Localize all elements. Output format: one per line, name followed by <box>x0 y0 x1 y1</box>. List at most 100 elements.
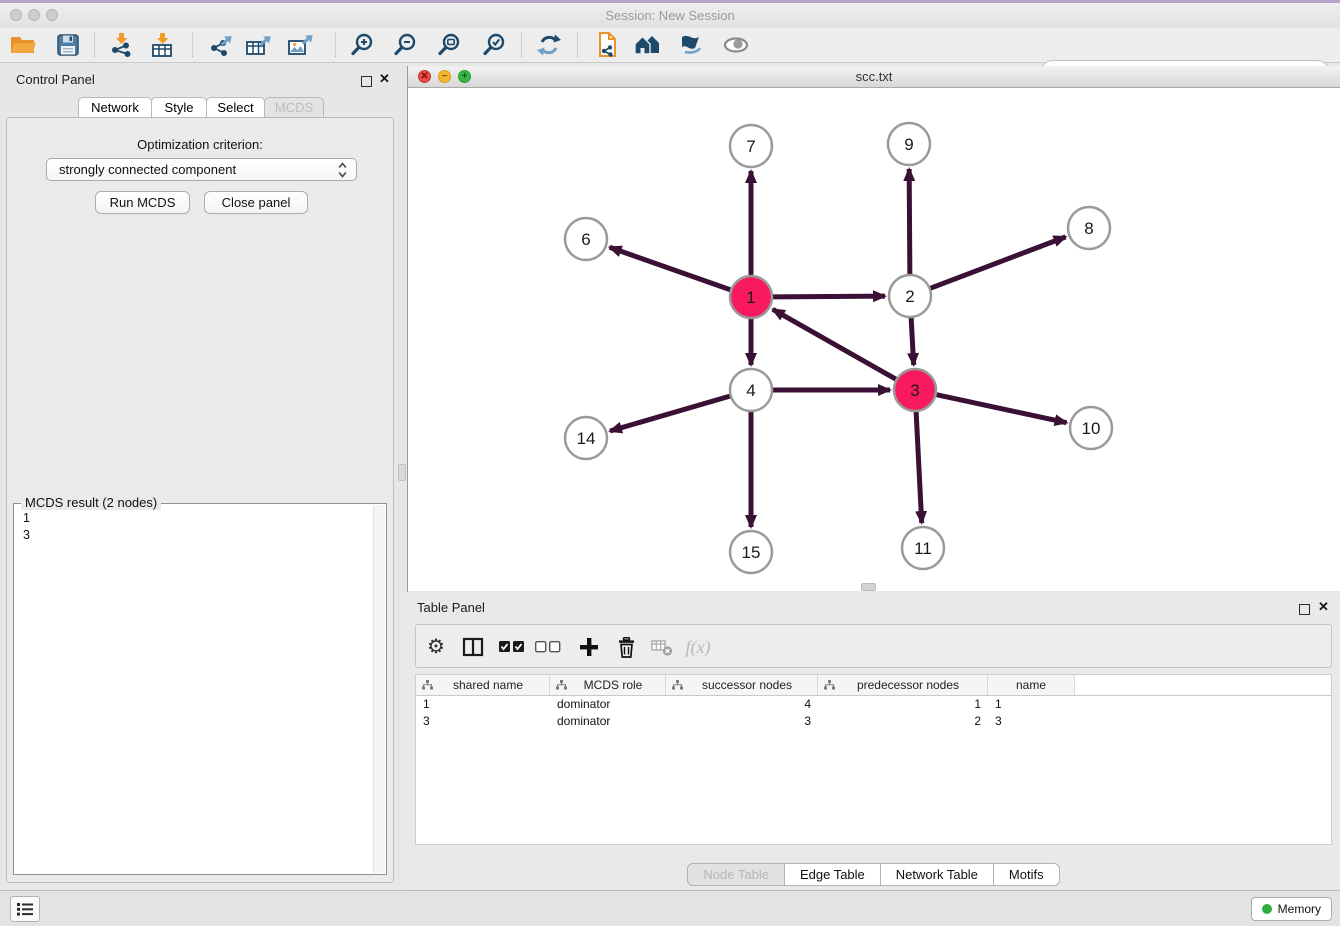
graph-edge-3-11[interactable] <box>916 412 922 523</box>
toolbar-separator <box>335 32 336 57</box>
column-header-shared-name[interactable]: shared name <box>416 675 550 695</box>
clone-network-icon[interactable] <box>590 31 622 59</box>
import-table-icon[interactable] <box>146 31 178 59</box>
tab-select[interactable]: Select <box>206 97 265 118</box>
table-row[interactable]: 3 dominator 3 2 3 <box>416 713 1331 730</box>
mcds-result-group: MCDS result (2 nodes) 1 3 <box>13 495 387 875</box>
optimization-criterion-dropdown[interactable]: strongly connected component <box>46 158 357 181</box>
network-canvas[interactable]: 7 9 6 8 1 2 4 3 14 10 15 11 <box>408 88 1340 591</box>
control-panel-float-icon[interactable] <box>361 74 372 92</box>
column-header-predecessor-nodes[interactable]: predecessor nodes <box>818 675 988 695</box>
tree-icon <box>824 680 835 690</box>
tab-network-table[interactable]: Network Table <box>880 863 994 886</box>
column-header-name[interactable]: name <box>988 675 1075 695</box>
network-browser-houses-icon[interactable] <box>632 31 664 59</box>
delete-column-trash-icon[interactable] <box>611 632 641 662</box>
memory-button[interactable]: Memory <box>1251 897 1332 921</box>
graph-node-14[interactable]: 14 <box>565 417 607 459</box>
tab-network[interactable]: Network <box>78 97 152 118</box>
toolbar-separator <box>521 32 522 57</box>
node-table[interactable]: shared name MCDS role successor nodes pr… <box>415 674 1332 845</box>
deselect-all-columns-icon[interactable] <box>533 632 563 662</box>
cell-successor-nodes: 4 <box>666 696 818 713</box>
mcds-panel-body: Optimization criterion: strongly connect… <box>6 117 394 883</box>
tree-icon <box>672 680 683 690</box>
cell-successor-nodes: 3 <box>666 713 818 730</box>
mcds-result-title: MCDS result (2 nodes) <box>21 495 161 510</box>
application-window: Session: New Session <box>0 0 1340 926</box>
graph-edge-2-9[interactable] <box>909 169 910 274</box>
toolbar-separator <box>192 32 193 57</box>
import-network-icon[interactable] <box>105 31 137 59</box>
control-panel-close-icon[interactable]: ✕ <box>379 73 390 85</box>
column-header-successor-nodes[interactable]: successor nodes <box>666 675 818 695</box>
graph-edge-3-1[interactable] <box>773 309 896 379</box>
table-panel-float-icon[interactable] <box>1299 602 1310 620</box>
graph-node-label: 9 <box>904 135 913 154</box>
graph-node-6[interactable]: 6 <box>565 218 607 260</box>
result-scrollbar[interactable] <box>373 505 385 873</box>
open-session-icon[interactable] <box>7 31 39 59</box>
cell-name: 3 <box>988 713 1075 730</box>
graph-edge-2-8[interactable] <box>931 237 1066 288</box>
table-panel-title: Table Panel <box>417 600 485 615</box>
save-session-icon[interactable] <box>52 31 84 59</box>
refresh-view-icon[interactable] <box>533 31 565 59</box>
close-panel-button[interactable]: Close panel <box>204 191 308 214</box>
graph-node-2[interactable]: 2 <box>889 275 931 317</box>
graph-node-label: 1 <box>746 288 755 307</box>
graph-node-label: 6 <box>581 230 590 249</box>
split-view-icon[interactable] <box>458 632 488 662</box>
cell-shared-name: 1 <box>416 696 550 713</box>
graph-edge-3-10[interactable] <box>937 395 1067 423</box>
tab-edge-table[interactable]: Edge Table <box>784 863 881 886</box>
graph-node-label: 2 <box>905 287 914 306</box>
graph-node-4[interactable]: 4 <box>730 369 772 411</box>
zoom-out-icon[interactable] <box>389 31 421 59</box>
tab-node-table[interactable]: Node Table <box>687 863 785 886</box>
mcds-result-line: 3 <box>23 527 30 544</box>
graph-node-3[interactable]: 3 <box>894 369 936 411</box>
graph-node-15[interactable]: 15 <box>730 531 772 573</box>
table-panel-close-icon[interactable]: ✕ <box>1318 601 1329 613</box>
horizontal-splitter-grip[interactable] <box>861 583 876 591</box>
select-all-columns-icon[interactable] <box>497 632 527 662</box>
mcds-result-box[interactable]: 1 3 <box>13 503 387 875</box>
tab-style[interactable]: Style <box>151 97 207 118</box>
show-hide-eye-icon[interactable] <box>720 31 752 59</box>
graph-node-7[interactable]: 7 <box>730 125 772 167</box>
graph-edge-4-14[interactable] <box>610 396 730 431</box>
graph-node-9[interactable]: 9 <box>888 123 930 165</box>
graph-node-label: 3 <box>910 381 919 400</box>
export-network-icon[interactable] <box>205 31 237 59</box>
graph-node-label: 10 <box>1082 419 1101 438</box>
graph-edge-1-2[interactable] <box>773 296 885 297</box>
main-toolbar <box>0 28 1340 63</box>
graph-edge-1-6[interactable] <box>610 247 731 289</box>
graph-node-11[interactable]: 11 <box>902 527 944 569</box>
graph-node-1[interactable]: 1 <box>730 276 772 318</box>
column-header-mcds-role[interactable]: MCDS role <box>550 675 666 695</box>
settings-gear-icon[interactable]: ⚙ <box>421 632 451 662</box>
tab-motifs[interactable]: Motifs <box>993 863 1060 886</box>
status-bar: Memory <box>0 890 1340 926</box>
table-row[interactable]: 1 dominator 4 1 1 <box>416 696 1331 713</box>
tree-icon <box>422 680 433 690</box>
graph-edge-2-3[interactable] <box>911 318 914 365</box>
control-panel-title: Control Panel <box>16 72 95 87</box>
graph-node-8[interactable]: 8 <box>1068 207 1110 249</box>
apply-style-icon[interactable] <box>675 31 707 59</box>
export-table-icon[interactable] <box>243 31 275 59</box>
graph-node-10[interactable]: 10 <box>1070 407 1112 449</box>
zoom-in-icon[interactable] <box>346 31 378 59</box>
show-panels-list-button[interactable] <box>10 896 40 922</box>
export-image-icon[interactable] <box>285 31 317 59</box>
memory-label: Memory <box>1278 902 1321 916</box>
run-mcds-button[interactable]: Run MCDS <box>95 191 190 214</box>
tab-mcds[interactable]: MCDS <box>264 97 324 118</box>
zoom-selected-icon[interactable] <box>478 31 510 59</box>
add-column-icon[interactable] <box>574 632 604 662</box>
vertical-splitter-grip[interactable] <box>398 464 406 481</box>
network-window-titlebar[interactable]: ✕ − + scc.txt <box>408 66 1340 88</box>
zoom-fit-icon[interactable] <box>433 31 465 59</box>
